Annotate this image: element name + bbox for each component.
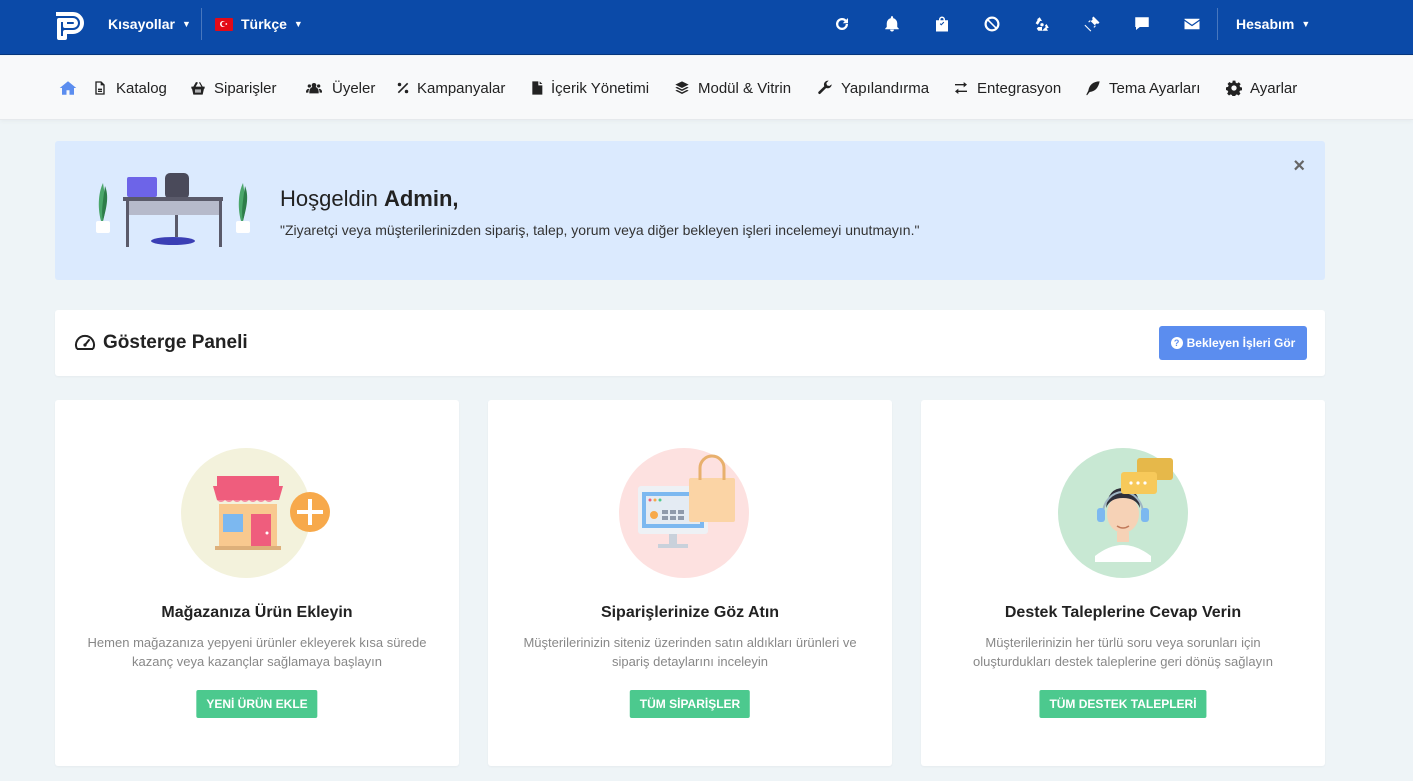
nav-item-label: Siparişler [214,79,277,97]
basket-icon [191,82,205,95]
shortcuts-dropdown[interactable]: Kısayollar ▼ [108,0,191,48]
wrench-icon [818,80,832,95]
language-label: Türkçe [241,16,287,32]
home-icon [59,81,77,95]
shortcuts-label: Kısayollar [108,16,175,32]
orders-card: Siparişlerinize Göz Atın Müşterilerinizi… [488,400,892,766]
card-description: Müşterilerinizin her türlü soru veya sor… [973,635,1273,669]
refresh-icon[interactable] [830,12,854,36]
account-label: Hesabım [1236,16,1295,32]
support-card: Destek Taleplerine Cevap Verin Müşterile… [921,400,1325,766]
nav-item-ayarlar[interactable]: Ayarlar [1226,75,1297,101]
add-product-card: Mağazanıza Ürün Ekleyin Hemen mağazanıza… [55,400,459,766]
pending-tasks-label: Bekleyen İşleri Gör [1186,336,1296,350]
nav-item-label: Ayarlar [1250,79,1298,97]
nav-item-kampanyalar[interactable]: Kampanyalar [396,75,505,101]
nav-item-icerik-yonetimi[interactable]: İçerik Yönetimi [529,75,649,101]
all-support-tickets-button[interactable]: TÜM DESTEK TALEPLERİ [1039,690,1207,718]
nav-item-label: Yapılandırma [841,79,930,97]
gear-icon [1226,80,1242,96]
exchange-icon [955,82,967,94]
nav-item-entegrasyon[interactable]: Entegrasyon [953,75,1061,101]
shopping-bag-icon[interactable] [930,12,954,36]
chevron-down-icon: ▼ [1301,19,1311,29]
speedometer-icon [75,334,95,350]
welcome-username: Admin, [383,186,459,211]
page-title: Gösterge Paneli [103,332,248,353]
card-title: Destek Taleplerine Cevap Verin [1004,604,1242,621]
chevron-down-icon: ▼ [293,19,303,29]
nav-item-katalog[interactable]: Katalog [92,75,167,101]
all-orders-button[interactable]: TÜM SİPARİŞLER [629,690,751,718]
main-nav: Katalog Siparişler Üyeler Kampanyalar İç… [0,56,1413,120]
pending-tasks-button[interactable]: ? Bekleyen İşleri Gör [1159,326,1307,360]
divider [1217,8,1218,40]
nav-item-label: Kampanyalar [417,79,506,97]
nav-item-yapilandirma[interactable]: Yapılandırma [817,75,929,101]
nav-item-label: Üyeler [332,79,376,97]
bell-icon[interactable] [880,12,904,36]
card-title: Mağazanıza Ürün Ekleyin [161,604,353,621]
nav-item-label: Katalog [116,79,167,97]
nav-item-label: Modül & Vitrin [698,79,792,97]
comment-icon[interactable] [1130,12,1154,36]
top-bar: Kısayollar ▼ Türkçe ▼ Hesabım ▼ [0,0,1413,55]
layers-icon [675,81,689,94]
nav-item-label: Tema Ayarları [1109,79,1201,97]
support-agent-illustration [1058,448,1188,578]
welcome-banner: Hoşgeldin Admin, "Ziyaretçi veya müşteri… [55,141,1325,280]
card-title: Siparişlerinize Göz Atın [600,604,780,621]
nav-item-siparisler[interactable]: Siparişler [190,75,277,101]
store-illustration [181,448,330,578]
nav-item-uyeler[interactable]: Üyeler [304,75,375,101]
logo-icon[interactable] [53,10,85,42]
dashboard-header: Gösterge Paneli ? Bekleyen İşleri Gör [55,310,1325,376]
nav-item-label: Entegrasyon [977,79,1062,97]
card-description: Hemen mağazanıza yepyeni ürünler ekleyer… [87,635,427,669]
office-desk-illustration [96,173,250,247]
file-icon [95,81,105,95]
account-dropdown[interactable]: Hesabım ▼ [1236,0,1310,48]
close-icon[interactable]: × [1293,155,1305,178]
welcome-message: "Ziyaretçi veya müşterilerinizden sipari… [280,222,920,238]
nav-item-modul-vitrin[interactable]: Modül & Vitrin [674,75,791,101]
welcome-greeting: Hoşgeldin [280,186,384,211]
question-circle-icon: ? [1170,337,1183,349]
chevron-down-icon: ▼ [181,19,191,29]
card-description: Müşterilerinizin siteniz üzerinden satın… [523,635,857,669]
new-product-button[interactable]: YENİ ÜRÜN EKLE [196,690,318,718]
divider [201,8,202,40]
nav-home[interactable] [59,75,77,101]
users-icon [306,83,322,94]
envelope-icon[interactable] [1180,12,1204,36]
document-icon [532,81,543,95]
language-dropdown[interactable]: Türkçe ▼ [215,0,303,48]
feather-icon [1086,81,1100,96]
nav-item-label: İçerik Yönetimi [551,79,650,97]
percent-icon [397,82,409,94]
recycle-icon[interactable] [1030,12,1054,36]
nav-item-tema-ayarlari[interactable]: Tema Ayarları [1085,75,1200,101]
ban-icon[interactable] [980,12,1004,36]
orders-illustration [619,448,749,578]
welcome-title: Hoşgeldin Admin, [280,186,459,212]
ticket-icon[interactable] [1080,12,1104,36]
turkish-flag-icon [215,17,233,31]
